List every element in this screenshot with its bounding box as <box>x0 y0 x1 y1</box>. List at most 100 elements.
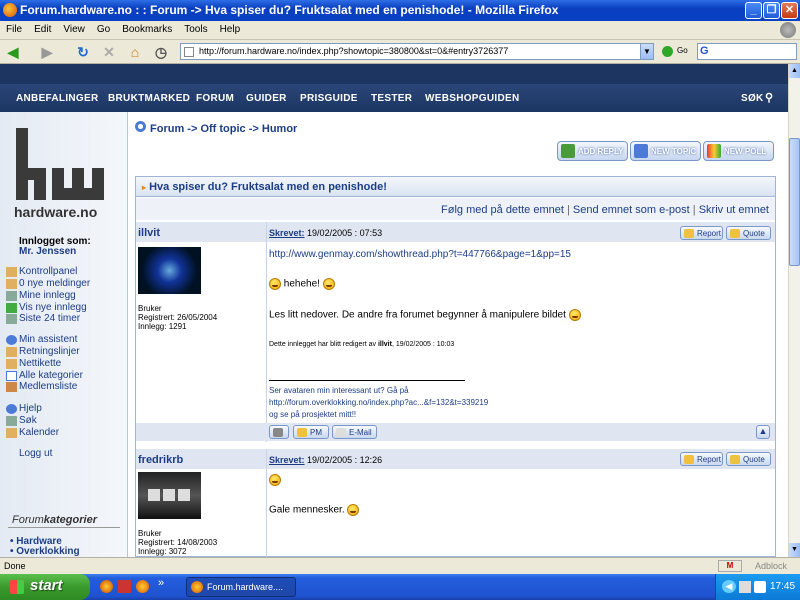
profile-button[interactable] <box>269 425 289 439</box>
scroll-top-button[interactable]: ▲ <box>756 425 770 439</box>
help-icon <box>6 404 17 414</box>
new-poll-button[interactable]: NEW POLL <box>703 141 774 161</box>
breadcrumb-forum[interactable]: Forum <box>150 123 184 135</box>
menu-file[interactable]: File <box>0 21 28 35</box>
volume-icon[interactable] <box>754 581 766 593</box>
signature-line: Ser avataren min interessant ut? Gå på <box>269 386 409 395</box>
user-registered: Registrert: 26/05/2004 <box>138 313 218 322</box>
quicklaunch-more[interactable]: » <box>158 577 164 589</box>
url-bar[interactable]: http://forum.hardware.no/index.php?showt… <box>180 43 654 60</box>
url-dropdown-button[interactable]: ▼ <box>640 43 654 60</box>
firefox-quicklaunch-icon[interactable] <box>136 580 149 593</box>
menu-tools[interactable]: Tools <box>178 21 213 35</box>
minimize-button[interactable]: _ <box>745 2 762 19</box>
user-post-count: Innlegg: 1291 <box>138 322 187 331</box>
history-clock-icon[interactable]: ◷ <box>152 43 170 61</box>
close-button[interactable]: ✕ <box>781 2 798 19</box>
nav-anbefalinger[interactable]: ANBEFALINGER <box>16 93 99 104</box>
sidebar-alle-kategorier[interactable]: Alle kategorier <box>19 370 83 381</box>
sidebar-nye-meldinger[interactable]: 0 nye meldinger <box>19 278 90 289</box>
new-topic-button[interactable]: NEW TOPIC <box>630 141 701 161</box>
follow-topic-link[interactable]: Følg med på dette emnet <box>441 204 564 216</box>
sidebar-hjelp[interactable]: Hjelp <box>19 403 42 414</box>
windows-logo-icon <box>10 580 24 594</box>
email-button[interactable]: E-Mail <box>332 425 377 439</box>
scroll-thumb[interactable] <box>789 138 800 266</box>
sidebar-siste-24-timer[interactable]: Siste 24 timer <box>19 313 80 324</box>
post-divider <box>266 449 267 557</box>
google-icon: G <box>700 45 709 57</box>
clock[interactable]: 17:45 <box>770 581 795 592</box>
sidebar-nettikette[interactable]: Nettikette <box>19 358 61 369</box>
quote-button[interactable]: Quote <box>726 452 771 466</box>
scroll-down-button[interactable]: ▼ <box>789 543 800 557</box>
nav-forum[interactable]: FORUM <box>196 93 234 104</box>
written-label[interactable]: Skrevet: <box>269 455 305 465</box>
taskbar-firefox-task[interactable]: Forum.hardware.... <box>186 577 296 597</box>
home-icon[interactable]: ⌂ <box>126 43 144 61</box>
categories-title-part2: kategorier <box>43 514 97 526</box>
logged-in-user[interactable]: Mr. Jenssen <box>19 246 76 257</box>
category-overklokking[interactable]: • Overklokking <box>10 546 80 557</box>
post-author[interactable]: illvit <box>138 227 160 239</box>
reload-icon[interactable]: ↻ <box>74 43 92 61</box>
menu-bookmarks[interactable]: Bookmarks <box>116 21 178 35</box>
user-registered: Registrert: 14/08/2003 <box>138 538 218 547</box>
vertical-scrollbar[interactable]: ▲ ▼ <box>788 64 800 557</box>
gmail-notifier-icon[interactable]: M <box>718 560 742 572</box>
search-field[interactable]: G <box>697 43 797 60</box>
sidebar-retningslinjer[interactable]: Retningslinjer <box>19 346 80 357</box>
quicklaunch-icon[interactable] <box>118 580 131 593</box>
menu-go[interactable]: Go <box>91 21 116 35</box>
tray-expand-icon[interactable]: ◀ <box>722 580 736 593</box>
post-author[interactable]: fredrikrb <box>138 454 183 466</box>
signature-link[interactable]: http://forum.overklokking.no/index.php?a… <box>269 397 488 409</box>
breadcrumb-humor[interactable]: Humor <box>262 123 297 135</box>
menu-help[interactable]: Help <box>214 21 247 35</box>
hw-logo <box>12 128 112 214</box>
site-search-link[interactable]: SØK <box>741 93 764 104</box>
network-icon[interactable] <box>739 581 751 593</box>
quicklaunch-icon[interactable] <box>100 580 113 593</box>
print-topic-link[interactable]: Skriv ut emnet <box>699 204 769 216</box>
sidebar-medlemsliste[interactable]: Medlemsliste <box>19 381 77 392</box>
maximize-button[interactable]: ❐ <box>763 2 780 19</box>
user-info: Bruker Registrert: 14/08/2003 Innlegg: 3… <box>138 529 217 556</box>
add-reply-button[interactable]: ADD REPLY <box>557 141 628 161</box>
adblock-label[interactable]: Adblock <box>755 561 787 571</box>
post-line: Gale mennesker. <box>269 504 360 516</box>
magnifier-icon[interactable]: ⚲ <box>765 91 773 104</box>
sidebar-kontrollpanel[interactable]: Kontrollpanel <box>19 266 77 277</box>
go-icon[interactable] <box>662 46 673 57</box>
report-button[interactable]: Report <box>680 226 723 240</box>
email-label: E-Mail <box>349 428 372 437</box>
stop-icon[interactable]: ✕ <box>100 43 118 61</box>
menu-view[interactable]: View <box>57 21 91 35</box>
sidebar-vis-nye-innlegg[interactable]: Vis nye innlegg <box>19 302 87 313</box>
written-label[interactable]: Skrevet: <box>269 228 305 238</box>
forward-arrow-icon[interactable]: ▶ <box>38 43 56 61</box>
send-topic-link[interactable]: Send emnet som e-post <box>573 204 690 216</box>
menu-edit[interactable]: Edit <box>28 21 57 35</box>
back-arrow-icon[interactable]: ◀ <box>4 43 22 61</box>
pm-button[interactable]: PM <box>293 425 329 439</box>
nav-guider[interactable]: GUIDER <box>246 93 287 104</box>
go-label[interactable]: Go <box>677 46 688 55</box>
quote-button[interactable]: Quote <box>726 226 771 240</box>
breadcrumb-offtopic[interactable]: Off topic <box>200 123 245 135</box>
start-button[interactable]: start <box>0 574 90 600</box>
assistant-icon <box>6 335 17 345</box>
nav-bruktmarked[interactable]: BRUKTMARKED <box>108 93 190 104</box>
report-button[interactable]: Report <box>680 452 723 466</box>
sidebar-mine-innlegg[interactable]: Mine innlegg <box>19 290 76 301</box>
sidebar-kalender[interactable]: Kalender <box>19 427 59 438</box>
sidebar-logg-ut[interactable]: Logg ut <box>19 448 52 459</box>
start-label: start <box>30 577 63 594</box>
post-link[interactable]: http://www.genmay.com/showthread.php?t=4… <box>269 249 571 260</box>
sidebar-min-assistent[interactable]: Min assistent <box>19 334 77 345</box>
nav-prisguide[interactable]: PRISGUIDE <box>300 93 358 104</box>
sidebar-sok[interactable]: Søk <box>19 415 37 426</box>
nav-tester[interactable]: TESTER <box>371 93 412 104</box>
scroll-up-button[interactable]: ▲ <box>789 64 800 78</box>
nav-webshopguiden[interactable]: WEBSHOPGUIDEN <box>425 93 519 104</box>
